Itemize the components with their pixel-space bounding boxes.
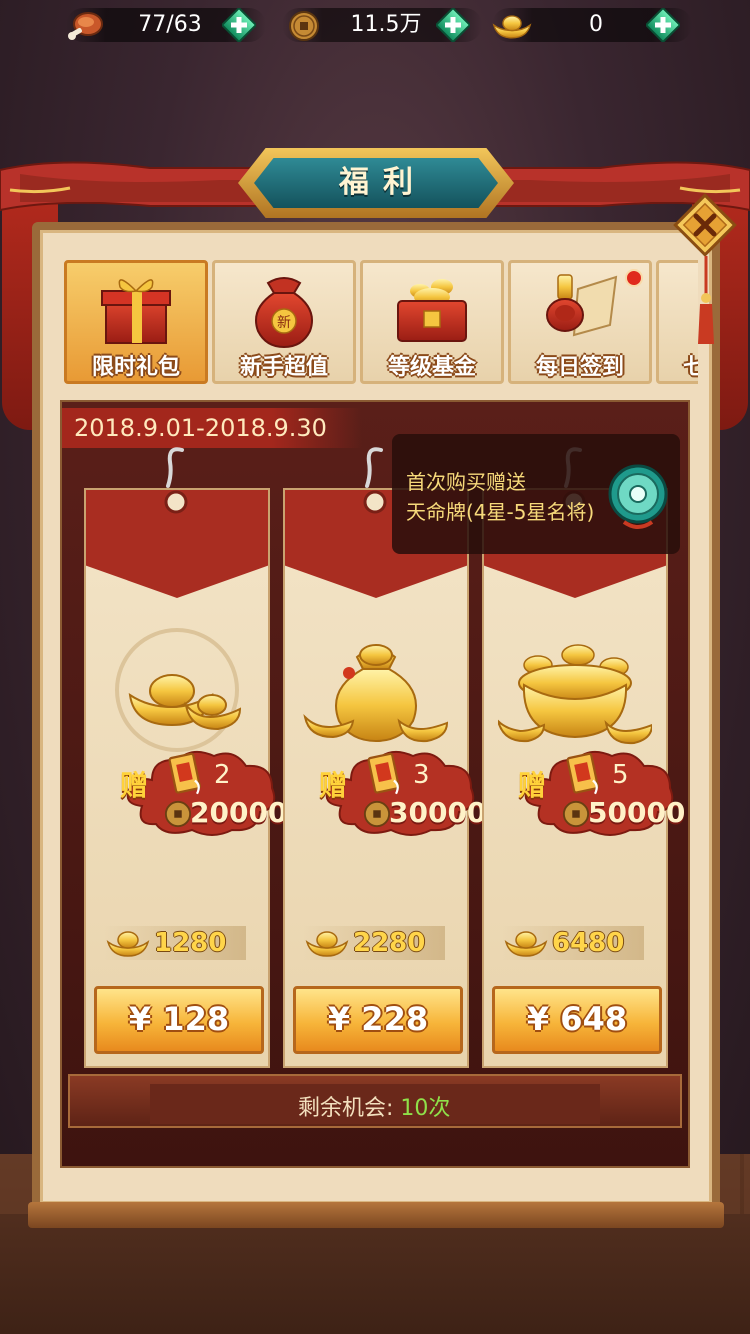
fate-card-icon <box>168 752 204 796</box>
add-coins-button[interactable] <box>436 8 470 42</box>
meat-icon <box>68 12 103 40</box>
remaining-count: 10次 <box>400 1096 451 1121</box>
gold-value: 0 <box>589 12 603 37</box>
tab-label: 等级基金 <box>387 355 476 380</box>
gift-label: 赠 <box>319 769 348 802</box>
gold-ingots-small-icon <box>115 628 242 752</box>
bonus-coin-amount: 20000 <box>190 796 288 829</box>
remaining-chances: 剩余机会: 10次 <box>298 1090 450 1122</box>
bonus-coin-amount: 50000 <box>588 796 686 829</box>
copper-coin-icon <box>289 11 319 41</box>
tab-level-fund[interactable]: 等级基金 <box>360 260 504 384</box>
red-pouch-icon: 新 <box>255 277 313 349</box>
gold-treasure-pile-icon <box>498 644 652 745</box>
package-card[interactable]: 赠 3 30000 2280 ¥ 228 <box>283 447 486 1068</box>
resource-bar: 77/63 11.5万 0 <box>0 0 750 50</box>
gold-amount: 1280 <box>154 928 227 958</box>
add-gold-button[interactable] <box>646 8 680 42</box>
resource-coins: 11.5万 <box>282 8 482 42</box>
resource-stamina: 77/63 <box>66 8 266 42</box>
gold-amount: 2280 <box>353 928 426 958</box>
tab-bar: 限时礼包 新 新手超值 等级基金 每日签到 七 <box>58 256 698 388</box>
fate-card-icon <box>367 752 403 796</box>
close-button[interactable] <box>672 192 738 258</box>
buy-button-228[interactable]: ¥ 228 <box>293 986 463 1054</box>
coin-icon <box>164 800 192 828</box>
coin-icon <box>562 800 590 828</box>
svg-text:新: 新 <box>277 315 291 331</box>
date-range: 2018.9.01-2018.9.30 <box>74 414 327 442</box>
gift-box-icon <box>101 279 171 344</box>
panel-base <box>28 1202 724 1228</box>
tooltip-line-2: 天命牌(4星-5星名将) <box>406 500 595 524</box>
gold-ingot-icon <box>504 928 548 958</box>
gold-amount: 6480 <box>552 928 625 958</box>
gold-ingot-icon <box>106 928 150 958</box>
coins-value: 11.5万 <box>350 12 422 37</box>
tab-label: 七 <box>683 355 698 380</box>
tab-newbie-value[interactable]: 新 新手超值 <box>212 260 356 384</box>
tab-daily-checkin[interactable]: 每日签到 <box>508 260 652 384</box>
fate-card-icon <box>566 752 602 796</box>
tab-label: 限时礼包 <box>91 355 180 380</box>
coin-icon <box>363 800 391 828</box>
bonus-card-count: 3 <box>413 760 430 790</box>
window-title: 福利 <box>339 165 427 200</box>
jade-token-icon <box>608 464 668 529</box>
buy-button-648[interactable]: ¥ 648 <box>492 986 662 1054</box>
gold-pouch-icon <box>303 644 449 743</box>
gift-label: 赠 <box>518 769 547 802</box>
gold-ingot-icon <box>492 10 532 42</box>
hook-icon <box>164 447 188 514</box>
tab-label: 新手超值 <box>239 355 328 380</box>
package-card[interactable]: 赠 2 20000 1280 ¥ 128 <box>84 447 287 1068</box>
bonus-coin-amount: 30000 <box>389 796 487 829</box>
tab-partial[interactable]: 七 <box>656 260 698 384</box>
add-stamina-button[interactable] <box>222 8 256 42</box>
buy-button-128[interactable]: ¥ 128 <box>94 986 264 1054</box>
resource-gold: 0 <box>492 8 692 42</box>
package-card[interactable]: 赠 5 50000 6480 ¥ 648 <box>482 447 685 1068</box>
tooltip-line-1: 首次购买赠送 <box>406 470 526 494</box>
seal-stamp-icon <box>546 274 618 337</box>
stamina-value: 77/63 <box>138 12 202 37</box>
bonus-card-count: 2 <box>214 760 231 790</box>
remaining-label: 剩余机会: <box>298 1096 394 1121</box>
bonus-card-count: 5 <box>612 760 629 790</box>
tab-label: 每日签到 <box>535 355 624 380</box>
treasure-chest-icon <box>397 279 467 342</box>
notification-badge <box>625 269 643 287</box>
tab-limited-gift[interactable]: 限时礼包 <box>64 260 208 384</box>
gift-label: 赠 <box>120 769 149 802</box>
gold-ingot-icon <box>305 928 349 958</box>
